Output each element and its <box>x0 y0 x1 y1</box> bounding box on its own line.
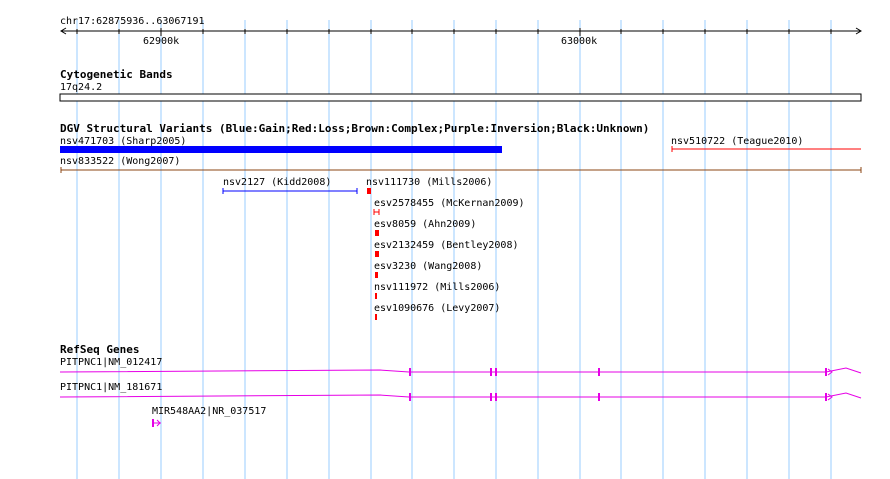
dgv-label-nsv510722: nsv510722 (Teague2010) <box>671 136 803 147</box>
cytoband-track: Cytogenetic Bands 17q24.2 <box>59 68 862 102</box>
genome-browser-panel: chr17:62875936..63067191 62900k 63000k C… <box>59 16 862 479</box>
ruler-tick-label-63000k: 63000k <box>561 36 597 47</box>
ruler-range-label: chr17:62875936..63067191 <box>60 16 205 27</box>
dgv-label-esv2132459: esv2132459 (Bentley2008) <box>374 240 519 251</box>
dgv-label-nsv111972: nsv111972 (Mills2006) <box>374 282 500 293</box>
gene-model-nm-181671[interactable] <box>59 392 862 401</box>
dgv-track-title: DGV Structural Variants (Blue:Gain;Red:L… <box>60 122 649 135</box>
dgv-label-esv1090676: esv1090676 (Levy2007) <box>374 303 500 314</box>
dgv-label-esv8059: esv8059 (Ahn2009) <box>374 219 476 230</box>
dgv-feature-esv2132459[interactable] <box>375 251 379 257</box>
gene-label-nm-012417: PITPNC1|NM_012417 <box>60 357 162 368</box>
dgv-label-esv3230: esv3230 (Wang2008) <box>374 261 482 272</box>
gene-label-nr-037517: MIR548AA2|NR_037517 <box>152 406 266 417</box>
gene-model-nr-037517[interactable] <box>152 419 161 427</box>
dgv-label-nsv2127: nsv2127 (Kidd2008) <box>223 177 331 188</box>
dgv-feature-esv8059[interactable] <box>375 230 379 236</box>
gene-model-nm-012417[interactable] <box>59 367 862 376</box>
dgv-feature-nsv111972[interactable] <box>375 293 377 299</box>
cytoband-bar[interactable] <box>59 93 862 102</box>
dgv-label-nsv833522: nsv833522 (Wong2007) <box>60 156 180 167</box>
ruler: chr17:62875936..63067191 62900k 63000k <box>60 16 862 47</box>
ruler-tick-label-62900k: 62900k <box>143 36 179 47</box>
cytoband-track-title: Cytogenetic Bands <box>60 68 173 81</box>
dgv-feature-esv3230[interactable] <box>375 272 378 278</box>
dgv-feature-nsv471703[interactable] <box>60 146 502 153</box>
dgv-track: DGV Structural Variants (Blue:Gain;Red:L… <box>60 122 862 320</box>
cytoband-band-label: 17q24.2 <box>60 82 102 93</box>
refseq-track-title: RefSeq Genes <box>60 343 139 356</box>
dgv-label-nsv471703: nsv471703 (Sharp2005) <box>60 136 186 147</box>
dgv-feature-esv1090676[interactable] <box>375 314 377 320</box>
refseq-track: RefSeq Genes PITPNC1|NM_012417 PITPNC1|N… <box>59 343 862 427</box>
dgv-label-nsv111730: nsv111730 (Mills2006) <box>366 177 492 188</box>
gene-label-nm-181671: PITPNC1|NM_181671 <box>60 382 162 393</box>
dgv-label-esv2578455: esv2578455 (McKernan2009) <box>374 198 525 209</box>
dgv-feature-nsv111730[interactable] <box>367 188 371 194</box>
